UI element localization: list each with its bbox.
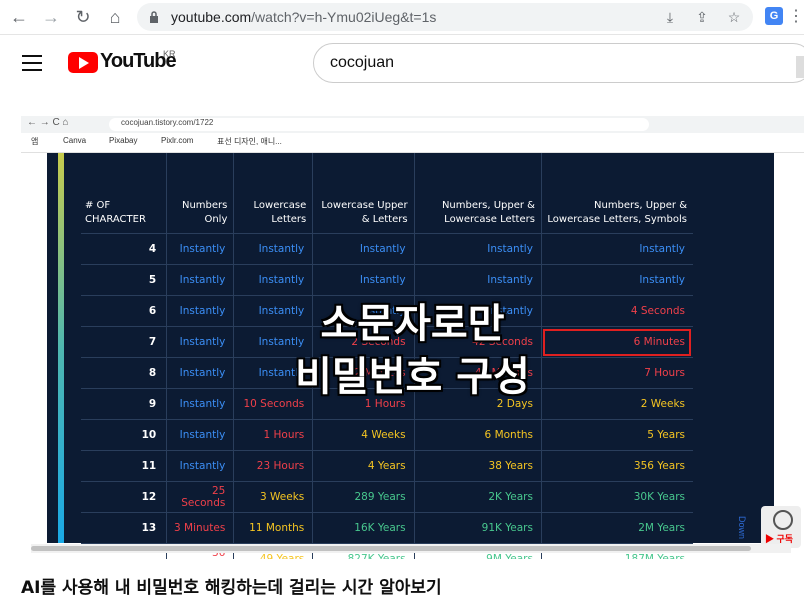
youtube-logo-icon[interactable] bbox=[68, 52, 98, 73]
video-title[interactable]: AI를 사용해 내 비밀번호 해킹하는데 걸리는 시간 알아보기 bbox=[21, 573, 442, 598]
crack-time-cell: 30K Years bbox=[540, 481, 693, 513]
table-row: 11 Instantly 23 Hours 4 Years 38 Years 356 Ye… bbox=[81, 450, 693, 482]
crack-time-cell: Instantly bbox=[166, 233, 234, 265]
page-scrollbar[interactable] bbox=[796, 56, 804, 78]
crack-time-cell: Instantly bbox=[540, 233, 693, 265]
table-header: # OF CHARACTER bbox=[85, 200, 146, 225]
character-count-cell: 4 bbox=[81, 233, 167, 265]
crack-time-cell: Instantly bbox=[413, 233, 542, 265]
side-label: Down bbox=[737, 516, 747, 540]
home-icon[interactable]: ⌂ bbox=[104, 6, 126, 28]
crack-time-cell: 1 Hours bbox=[233, 419, 313, 451]
bookmark-item: Canva bbox=[63, 136, 87, 145]
crack-time-cell: Instantly bbox=[166, 450, 234, 482]
crack-time-cell: 38 Years bbox=[413, 450, 542, 482]
character-count-cell: 11 bbox=[81, 450, 167, 482]
lock-icon bbox=[149, 10, 159, 23]
video-inner-browser-bar: ← → C ⌂ cocojuan.tistory.com/1722 bbox=[21, 116, 804, 133]
menu-dots-icon[interactable]: ⋮ bbox=[788, 6, 804, 26]
back-arrow-icon[interactable]: ← bbox=[8, 6, 30, 28]
crack-time-cell: 2M Years bbox=[540, 512, 693, 544]
character-count-cell: 10 bbox=[81, 419, 167, 451]
crack-time-cell: 289 Years bbox=[312, 481, 415, 513]
table-row: 13 3 Minutes 11 Months 16K Years 91K Years 2M… bbox=[81, 512, 693, 544]
table-header: Numbers, Upper & Lowercase Letters bbox=[413, 153, 542, 234]
video-inner-bookmarks: 앱 Canva Pixabay Pixlr.com 표선 디자인, 애니... bbox=[21, 133, 804, 153]
address-bar[interactable]: youtube.com/watch?v=h-Ymu02iUeg&t=1s ⤓ ⇪… bbox=[137, 3, 753, 31]
bookmark-item: Pixabay bbox=[109, 136, 138, 145]
table-header: Numbers, Upper & Lowercase Letters, Symb… bbox=[540, 153, 693, 234]
browser-toolbar: ← → ↻ ⌂ youtube.com/watch?v=h-Ymu02iUeg&… bbox=[0, 0, 804, 34]
video-inner-nav-icons: ← → C ⌂ bbox=[27, 117, 69, 128]
crack-time-cell: 23 Hours bbox=[233, 450, 313, 482]
bookmark-item: 표선 디자인, 애니... bbox=[217, 137, 282, 146]
bookmark-item: Pixlr.com bbox=[161, 136, 194, 145]
crack-time-cell: 3 Minutes bbox=[166, 512, 234, 544]
youtube-header: YouTube KR cocojuan bbox=[0, 34, 804, 93]
search-input-value: cocojuan bbox=[330, 54, 395, 71]
crack-time-cell: 91K Years bbox=[413, 512, 542, 544]
table-header: Lowercase Letters bbox=[233, 153, 313, 234]
table-row: 4 Instantly Instantly Instantly Instantly Ins… bbox=[81, 233, 693, 265]
crack-time-cell: 4 Years bbox=[312, 450, 415, 482]
video-inner-url: cocojuan.tistory.com/1722 bbox=[121, 118, 214, 127]
character-count-cell: 13 bbox=[81, 512, 167, 544]
crack-time-cell: 5 Years bbox=[540, 419, 693, 451]
table-row: 12 25 Seconds 3 Weeks 289 Years 2K Years 30K … bbox=[81, 481, 693, 513]
table-header-row: # OF CHARACTER Numbers Only Lowercase Le… bbox=[81, 153, 693, 234]
url-text: youtube.com/watch?v=h-Ymu02iUeg&t=1s bbox=[171, 9, 437, 25]
overlay-caption-line2: 비밀번호 구성 bbox=[295, 354, 530, 400]
crack-time-cell: 3 Weeks bbox=[233, 481, 313, 513]
crack-time-cell: 11 Months bbox=[233, 512, 313, 544]
video-inner-scroll-thumb bbox=[31, 546, 751, 551]
reload-icon[interactable]: ↻ bbox=[72, 6, 94, 28]
avatar-icon bbox=[773, 510, 793, 530]
hamburger-menu-icon[interactable] bbox=[22, 55, 42, 76]
table-header: Lowercase Upper & Letters bbox=[312, 153, 415, 234]
crack-time-cell: Instantly bbox=[166, 419, 234, 451]
character-count-cell: 12 bbox=[81, 481, 167, 513]
table-row: 10 Instantly 1 Hours 4 Weeks 6 Months 5 Years bbox=[81, 419, 693, 451]
translate-extension-icon[interactable]: G bbox=[765, 7, 783, 25]
subscribe-watermark[interactable]: ▶ 구독 bbox=[761, 506, 801, 548]
bookmark-item: 앱 bbox=[31, 137, 39, 146]
install-app-icon[interactable]: ⤓ bbox=[661, 8, 679, 26]
table-header: Numbers Only bbox=[166, 153, 234, 234]
crack-time-cell: 6 Months bbox=[413, 419, 542, 451]
crack-time-cell: 25 Seconds bbox=[166, 481, 234, 513]
crack-time-cell: 2K Years bbox=[413, 481, 542, 513]
forward-arrow-icon[interactable]: → bbox=[40, 6, 62, 28]
video-player[interactable]: ← → C ⌂ cocojuan.tistory.com/1722 앱 Canv… bbox=[21, 116, 804, 559]
region-code: KR bbox=[163, 49, 176, 59]
search-input[interactable]: cocojuan bbox=[313, 43, 804, 83]
crack-time-cell: Instantly bbox=[233, 233, 313, 265]
crack-time-cell: 356 Years bbox=[540, 450, 693, 482]
crack-time-cell: 4 Weeks bbox=[312, 419, 415, 451]
bookmark-star-icon[interactable]: ☆ bbox=[725, 8, 743, 26]
share-icon[interactable]: ⇪ bbox=[693, 8, 711, 26]
crack-time-cell: 16K Years bbox=[312, 512, 415, 544]
crack-time-cell: Instantly bbox=[312, 233, 415, 265]
overlay-caption-line1: 소문자로만 bbox=[320, 301, 505, 347]
